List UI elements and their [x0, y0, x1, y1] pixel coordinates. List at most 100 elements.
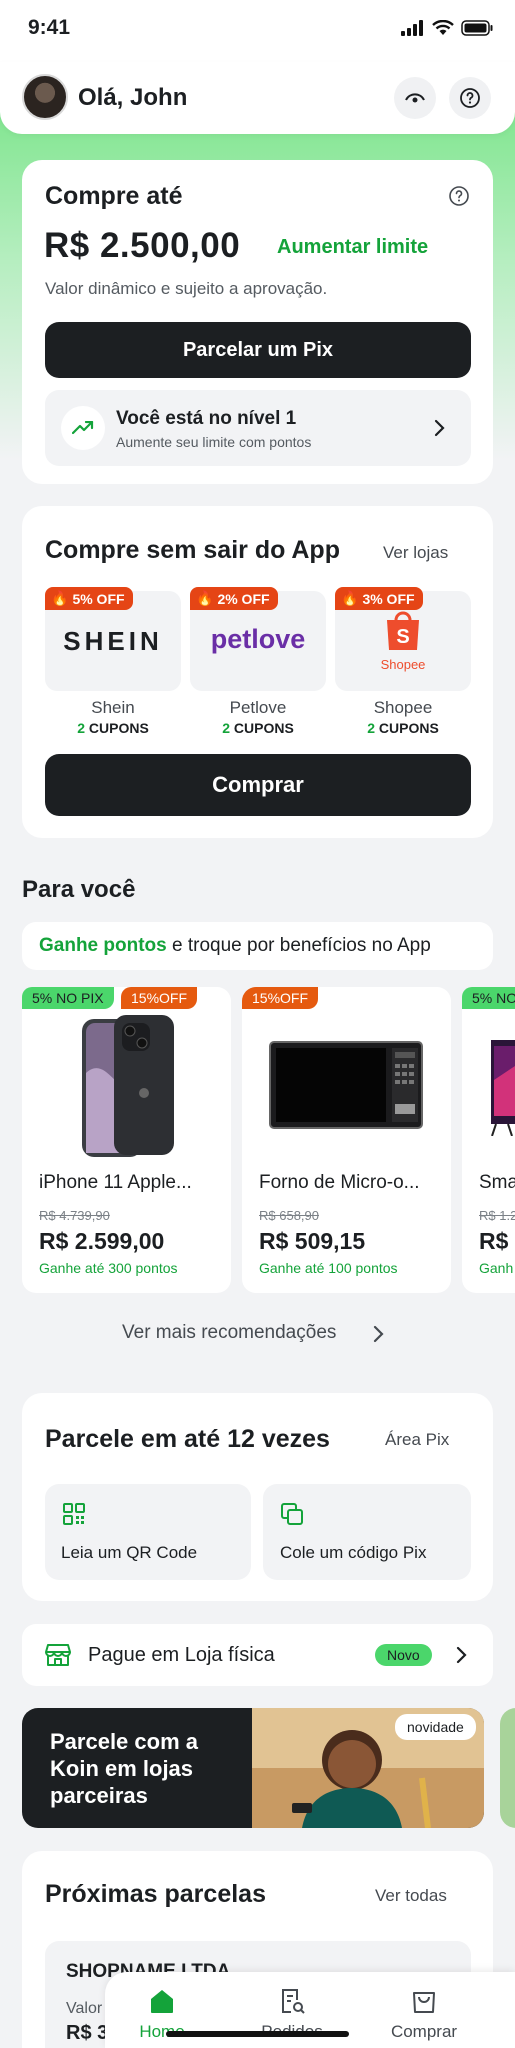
parcelar-pix-button[interactable]: Parcelar um Pix: [45, 322, 471, 378]
signal-icon: [401, 20, 423, 36]
shein-coupons: 2 CUPONS: [45, 720, 181, 736]
paste-code-option[interactable]: [263, 1484, 471, 1580]
microwave-name: Forno de Micro-o...: [259, 1172, 420, 1193]
shopee-bag-icon: S: [387, 611, 419, 650]
level-title: Você está no nível 1: [116, 408, 297, 429]
tv-old-price: R$ 1.2: [479, 1208, 515, 1223]
ver-lojas-link[interactable]: Ver lojas: [383, 543, 448, 563]
visibility-button[interactable]: [394, 77, 436, 119]
qr-code-label: Leia um QR Code: [61, 1543, 198, 1562]
shein-name: Shein: [91, 698, 135, 717]
storefront-icon: [45, 1644, 71, 1666]
level-subtitle: Aumente seu limite com pontos: [116, 434, 312, 450]
iphone-price: R$ 2.599,00: [39, 1228, 165, 1254]
battery-icon: [461, 20, 493, 36]
iphone-old-price: R$ 4.739,90: [39, 1208, 110, 1223]
level-icon-wrap: [61, 406, 105, 450]
tab-comprar-label: Comprar: [390, 2022, 458, 2041]
microwave-old-price: R$ 658,90: [259, 1208, 319, 1223]
tv-name: Sma: [479, 1172, 515, 1193]
tv-points: Ganh: [479, 1260, 514, 1276]
store-pay-label: Pague em Loja física: [88, 1644, 275, 1666]
orders-icon: [282, 1989, 305, 2014]
points-highlight: Ganhe pontos: [39, 935, 167, 956]
credit-title: Compre até: [45, 182, 183, 210]
fire-icon: 🔥: [341, 590, 359, 606]
tab-comprar[interactable]: Comprar: [369, 1986, 479, 2042]
shopee-discount-badge: 🔥 3% OFF: [335, 587, 423, 610]
petlove-logo: petlove: [210, 624, 306, 654]
shopee-coupon-count: 2: [367, 720, 375, 736]
iphone-pix-badge: 5% NO PIX: [22, 987, 114, 1009]
store-pay-chevron-icon: [456, 1646, 467, 1664]
microwave-price: R$ 509,15: [259, 1228, 366, 1254]
new-badge: Novo: [375, 1644, 432, 1666]
wifi-icon: [432, 20, 454, 35]
petlove-discount: 2% OFF: [217, 590, 270, 607]
fire-icon: 🔥: [51, 590, 69, 606]
shopping-bag-icon: [413, 1992, 435, 2013]
more-recommendations-link[interactable]: Ver mais recomendações: [122, 1322, 336, 1344]
iphone-off-badge: 15%OFF: [121, 987, 198, 1009]
stores-title: Compre sem sair do App: [45, 536, 340, 564]
greeting: Olá, John: [78, 84, 188, 111]
shopee-discount: 3% OFF: [362, 590, 415, 607]
iphone-image: [82, 1015, 174, 1157]
next-banner-peek[interactable]: [500, 1708, 515, 1828]
credit-info-icon[interactable]: [448, 185, 470, 207]
shein-coupon-label: CUPONS: [88, 720, 149, 736]
iphone-name: iPhone 11 Apple...: [39, 1172, 192, 1193]
petlove-coupons: 2 CUPONS: [190, 720, 326, 736]
shopee-coupons: 2 CUPONS: [335, 720, 471, 736]
qr-code-icon: [63, 1503, 85, 1525]
more-chevron-icon: [373, 1325, 384, 1343]
koin-banner[interactable]: Parcele com a Koin em lojas parceiras no…: [22, 1708, 484, 1828]
increase-limit-link[interactable]: Aumentar limite: [277, 236, 428, 259]
shein-coupon-count: 2: [77, 720, 85, 736]
points-text: Ganhe pontos e troque por benefícios no …: [39, 935, 431, 957]
home-icon: [151, 1990, 173, 2013]
for-you-title: Para você: [22, 876, 136, 903]
microwave-image: [269, 1041, 423, 1129]
shein-discount-badge: 🔥 5% OFF: [45, 587, 133, 610]
question-icon: [460, 88, 480, 108]
shopee-logo: Shopee: [380, 657, 426, 672]
shein-discount: 5% OFF: [72, 590, 125, 607]
credit-note: Valor dinâmico e sujeito a aprovação.: [45, 279, 328, 298]
shopee-coupon-label: CUPONS: [378, 720, 439, 736]
help-button[interactable]: [449, 77, 491, 119]
points-rest: e troque por benefícios no App: [166, 935, 431, 956]
status-icons: [401, 20, 493, 36]
installment-value: R$ 3: [66, 2022, 109, 2044]
eye-icon: [405, 93, 425, 103]
comprar-button[interactable]: Comprar: [45, 754, 471, 816]
petlove-coupon-count: 2: [222, 720, 230, 736]
microwave-points: Ganhe até 100 pontos: [259, 1260, 398, 1276]
petlove-coupon-label: CUPONS: [233, 720, 294, 736]
status-time: 9:41: [28, 16, 71, 39]
installments-title: Próximas parcelas: [45, 1880, 266, 1908]
tv-price: R$ 1: [479, 1228, 515, 1254]
shopee-name: Shopee: [373, 698, 433, 717]
microwave-off-badge: 15%OFF: [242, 987, 319, 1009]
banner-text: Parcele com a Koin em lojas parceiras: [50, 1729, 198, 1808]
area-pix-link[interactable]: Área Pix: [385, 1430, 449, 1450]
shein-logo: SHEIN: [63, 626, 163, 656]
paste-code-label: Cole um código Pix: [280, 1543, 427, 1562]
tv-image: [491, 1040, 515, 1136]
iphone-points: Ganhe até 300 pontos: [39, 1260, 178, 1276]
tv-pix-badge: 5% NO: [462, 987, 515, 1009]
fire-icon: 🔥: [196, 590, 214, 606]
trending-up-icon: [72, 421, 94, 435]
home-indicator: [166, 2031, 349, 2037]
petlove-name: Petlove: [229, 698, 287, 717]
level-chevron-icon: [434, 419, 445, 437]
novidade-badge: novidade: [395, 1714, 476, 1740]
copy-icon: [281, 1503, 303, 1525]
qr-code-option[interactable]: [45, 1484, 251, 1580]
svg-text:S: S: [396, 626, 409, 648]
petlove-discount-badge: 🔥 2% OFF: [190, 587, 278, 610]
avatar[interactable]: [22, 74, 68, 120]
pix-title: Parcele em até 12 vezes: [45, 1425, 330, 1453]
ver-todas-link[interactable]: Ver todas: [375, 1886, 447, 1906]
